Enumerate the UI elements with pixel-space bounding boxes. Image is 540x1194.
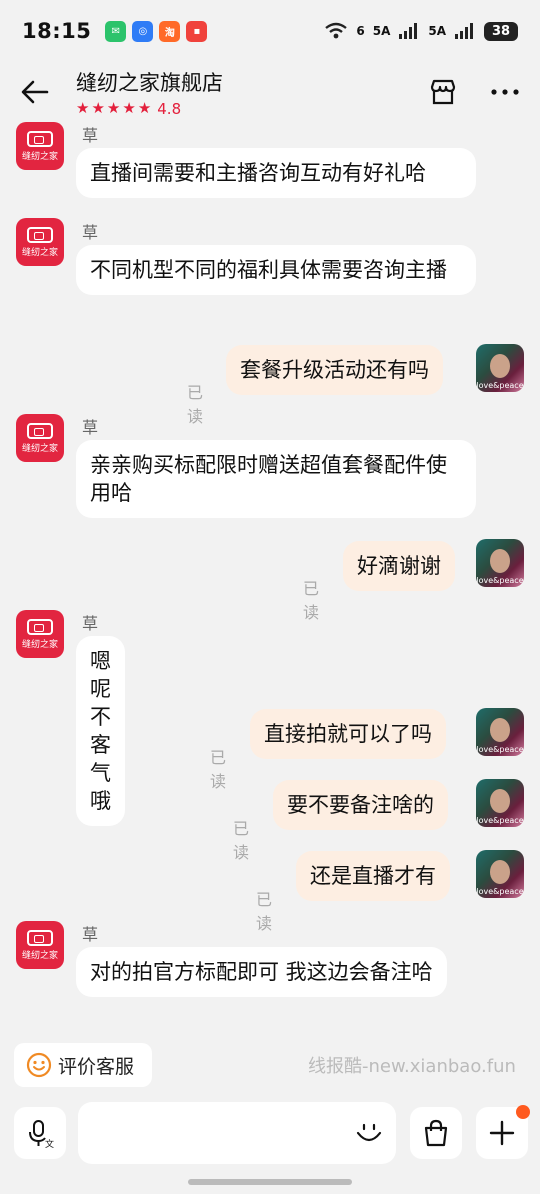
message-bubble[interactable]: 亲亲购买标配限时赠送超值套餐配件使用哈 xyxy=(76,440,476,518)
emoji-icon xyxy=(356,1123,382,1142)
star-icon: ★ xyxy=(137,99,152,117)
message-bubble[interactable]: 直播间需要和主播咨询互动有好礼哈 xyxy=(76,148,476,198)
shop-avatar[interactable]: 缝纫之家 xyxy=(16,610,64,658)
emoji-button[interactable] xyxy=(350,1112,388,1152)
sewing-machine-icon xyxy=(27,226,53,243)
review-label: 评价客服 xyxy=(58,1055,135,1078)
voice-input-button[interactable]: 文 xyxy=(14,1107,66,1159)
message-bubble[interactable]: 好滴谢谢 xyxy=(343,541,455,591)
signal-bars-icon xyxy=(399,23,418,39)
rating-value: 4.8 xyxy=(157,99,182,118)
more-dots-icon xyxy=(491,89,519,95)
battery-indicator: 38 xyxy=(484,21,518,41)
message-input[interactable] xyxy=(78,1102,396,1164)
user-avatar[interactable]: love&peace xyxy=(476,344,524,392)
message-bubble[interactable]: 要不要备注啥的 xyxy=(273,780,448,830)
shop-avatar[interactable]: 缝纫之家 xyxy=(16,414,64,462)
arrow-left-icon xyxy=(21,80,49,104)
input-bar: 文 xyxy=(0,1098,540,1168)
signal-label-2: 5A xyxy=(372,24,391,38)
shop-avatar-label: 缝纫之家 xyxy=(21,151,58,162)
review-service-button[interactable]: 评价客服 xyxy=(14,1043,152,1087)
notification-dot xyxy=(516,1105,530,1119)
microphone-icon: 文 xyxy=(29,1120,54,1148)
more-button[interactable] xyxy=(488,75,522,109)
user-avatar-label: love&peace xyxy=(476,381,524,390)
store-button[interactable] xyxy=(426,75,460,109)
read-receipt: 已读 xyxy=(210,748,227,791)
shop-avatar[interactable]: 缝纫之家 xyxy=(16,122,64,170)
notification-icons: ✉ ◎ 淘 ▪ xyxy=(105,20,208,42)
user-avatar-label: love&peace xyxy=(476,745,524,754)
taobao-icon: 淘 xyxy=(159,20,181,42)
sewing-machine-icon xyxy=(27,929,53,946)
message-bubble[interactable]: 对的拍官方标配即可 我这边会备注哈 xyxy=(76,947,447,997)
sewing-machine-icon xyxy=(27,130,53,147)
user-avatar[interactable]: love&peace xyxy=(476,850,524,898)
shop-avatar-label: 缝纫之家 xyxy=(21,950,58,961)
svg-text:文: 文 xyxy=(45,1138,54,1148)
message-bubble[interactable]: 嗯呢不客气哦 xyxy=(76,636,125,826)
sewing-machine-icon xyxy=(27,422,53,439)
back-button[interactable] xyxy=(0,62,70,122)
read-receipt: 已读 xyxy=(256,890,273,933)
user-avatar-label: love&peace xyxy=(476,576,524,585)
shop-avatar[interactable]: 缝纫之家 xyxy=(16,218,64,266)
shopping-bag-icon xyxy=(424,1119,448,1147)
star-icon: ★ xyxy=(106,99,121,117)
watermark: 线报酷-new.xianbao.fun xyxy=(308,1056,516,1077)
user-avatar-label: love&peace xyxy=(476,816,524,825)
shop-title[interactable]: 缝纫之家旗舰店 ★ ★ ★ ★ ★ 4.8 xyxy=(76,67,223,118)
message-bubble[interactable]: 套餐升级活动还有吗 xyxy=(226,345,443,395)
clock: 18:15 xyxy=(22,19,92,43)
smiley-icon xyxy=(26,1052,52,1078)
read-receipt: 已读 xyxy=(303,579,320,622)
star-icon: ★ xyxy=(122,99,136,117)
shop-rating: ★ ★ ★ ★ ★ 4.8 xyxy=(76,100,223,118)
star-icon: ★ xyxy=(76,99,90,117)
signal-bars-icon-2 xyxy=(455,23,473,39)
system-indicators: 6 5A 5A 38 xyxy=(324,21,518,41)
read-receipt: 已读 xyxy=(233,819,250,862)
message-bubble[interactable]: 还是直播才有 xyxy=(296,851,450,901)
message-bubble[interactable]: 不同机型不同的福利具体需要咨询主播 xyxy=(76,245,476,295)
read-receipt: 已读 xyxy=(187,383,204,426)
shop-name: 缝纫之家旗舰店 xyxy=(76,70,223,95)
shopping-bag-button[interactable] xyxy=(410,1107,462,1159)
status-bar: 18:15 ✉ ◎ 淘 ▪ 6 5A 5A 38 xyxy=(0,0,540,62)
chat-header: 缝纫之家旗舰店 ★ ★ ★ ★ ★ 4.8 xyxy=(0,62,540,122)
user-avatar[interactable]: love&peace xyxy=(476,539,524,587)
wechat-icon: ✉ xyxy=(105,20,127,42)
store-icon xyxy=(430,79,456,105)
browser-icon: ◎ xyxy=(132,20,154,42)
shop-avatar[interactable]: 缝纫之家 xyxy=(16,921,64,969)
plus-icon xyxy=(489,1120,515,1146)
signal-label-1: 6 xyxy=(356,24,365,38)
user-avatar[interactable]: love&peace xyxy=(476,779,524,827)
home-indicator xyxy=(188,1179,352,1185)
star-icon: ★ xyxy=(91,99,105,117)
signal-label-3: 5A xyxy=(428,24,446,38)
wifi-icon xyxy=(325,22,348,39)
shop-avatar-label: 缝纫之家 xyxy=(21,443,58,454)
message-bubble[interactable]: 直接拍就可以了吗 xyxy=(250,709,446,759)
sewing-machine-icon xyxy=(27,618,53,635)
shop-avatar-label: 缝纫之家 xyxy=(21,639,58,650)
user-avatar-label: love&peace xyxy=(476,887,524,896)
app-icon: ▪ xyxy=(186,20,208,42)
user-avatar[interactable]: love&peace xyxy=(476,708,524,756)
shop-avatar-label: 缝纫之家 xyxy=(21,247,58,258)
more-actions-button[interactable] xyxy=(476,1105,530,1159)
